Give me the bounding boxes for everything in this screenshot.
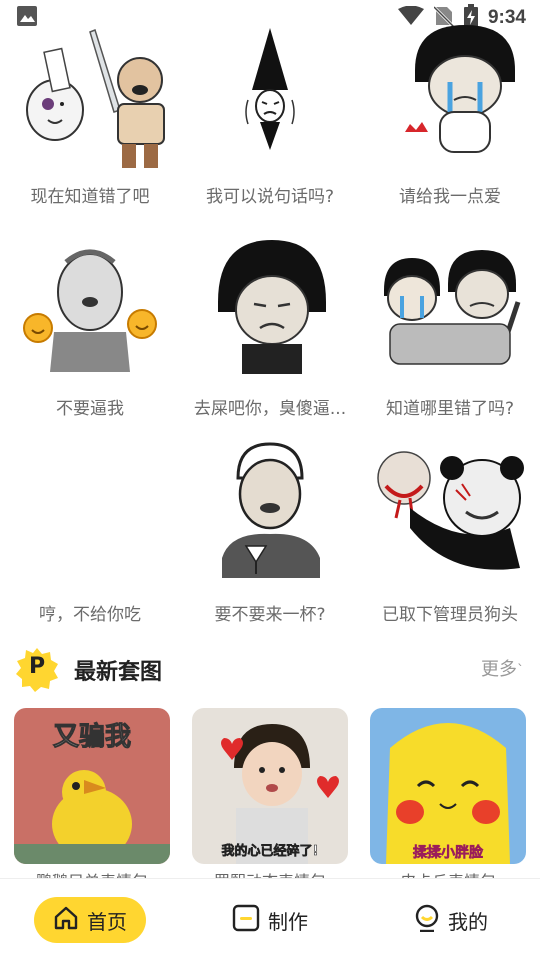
sticker-item[interactable]: 哼，不给你吃 bbox=[0, 438, 180, 638]
profile-icon bbox=[414, 904, 440, 937]
sticker-item[interactable]: 请给我一点爱 bbox=[360, 20, 540, 220]
nav-make[interactable]: 制作 bbox=[232, 897, 308, 943]
nav-mine-label: 我的 bbox=[448, 909, 488, 934]
sticker-caption: 现在知道错了吧 bbox=[30, 187, 150, 207]
set-title: 鹏鹅只单表情包 bbox=[14, 868, 170, 878]
home-icon bbox=[53, 905, 79, 936]
sticker-caption: 知道哪里错了吗? bbox=[385, 399, 515, 419]
set-card[interactable]: 又骗我 鹏鹅只单表情包 bbox=[14, 708, 170, 878]
sticker-caption: 不要逼我 bbox=[56, 399, 124, 419]
set-card[interactable]: 揉揉小胖脸 皮卡丘表情包 bbox=[370, 708, 526, 878]
sticker-item[interactable]: 已取下管理员狗头 bbox=[360, 438, 540, 638]
bottom-nav: 首页 制作 我的 bbox=[0, 878, 540, 960]
sticker-image bbox=[370, 438, 530, 588]
sticker-image bbox=[10, 20, 170, 170]
p-badge-icon: P bbox=[14, 646, 60, 692]
section-title: 最新套图 bbox=[74, 660, 163, 685]
set-thumbnail: 揉揉小胖脸 bbox=[370, 708, 526, 864]
latest-sets-header: P 最新套图 更多` bbox=[0, 640, 540, 696]
sticker-item[interactable]: 不要逼我 bbox=[0, 232, 180, 432]
edit-box-icon bbox=[232, 904, 260, 937]
nav-home-label: 首页 bbox=[87, 909, 127, 934]
sticker-caption: 哼，不给你吃 bbox=[39, 605, 141, 625]
more-link[interactable]: 更多` bbox=[481, 655, 524, 681]
sticker-image bbox=[370, 20, 530, 170]
set-title: 皮卡丘表情包 bbox=[370, 868, 526, 878]
set-title: 罗熙动态表情包 bbox=[192, 868, 348, 878]
sticker-item[interactable]: 去屎吧你，臭傻逼... bbox=[180, 232, 360, 432]
sticker-image bbox=[10, 438, 170, 588]
sticker-image bbox=[10, 232, 170, 382]
sticker-caption: 请给我一点爱 bbox=[399, 187, 501, 207]
sticker-image bbox=[190, 232, 350, 382]
set-thumbnail: 又骗我 bbox=[14, 708, 170, 864]
sticker-item[interactable]: 知道哪里错了吗? bbox=[360, 232, 540, 432]
nav-mine[interactable]: 我的 bbox=[414, 897, 488, 943]
nav-home[interactable]: 首页 bbox=[34, 897, 146, 943]
badge-letter: P bbox=[28, 654, 46, 679]
sticker-caption: 要不要来一杯? bbox=[214, 605, 326, 625]
sticker-item[interactable]: 我可以说句话吗? bbox=[180, 20, 360, 220]
set-card[interactable]: 我的心已经碎了! 罗熙动态表情包 bbox=[192, 708, 348, 878]
nav-make-label: 制作 bbox=[268, 909, 308, 934]
sticker-caption: 我可以说句话吗? bbox=[205, 187, 335, 207]
sticker-caption: 去屎吧你，臭傻逼... bbox=[193, 399, 347, 419]
sticker-image bbox=[190, 438, 350, 588]
sticker-image bbox=[190, 20, 350, 170]
more-label: 更多 bbox=[481, 659, 517, 680]
sticker-image bbox=[370, 232, 530, 382]
sticker-caption: 已取下管理员狗头 bbox=[382, 605, 518, 625]
set-thumbnail: 我的心已经碎了! bbox=[192, 708, 348, 864]
sticker-item[interactable]: 要不要来一杯? bbox=[180, 438, 360, 638]
chevron-right-icon: ` bbox=[517, 663, 524, 679]
sticker-item[interactable]: 现在知道错了吧 bbox=[0, 20, 180, 220]
sets-row: 又骗我 鹏鹅只单表情包 我的心已经碎了! 罗熙动态表情包 bbox=[0, 708, 540, 878]
set-overlay-text: 我的心已经碎了! bbox=[221, 844, 319, 860]
set-overlay-text: 揉揉小胖脸 bbox=[413, 845, 484, 862]
